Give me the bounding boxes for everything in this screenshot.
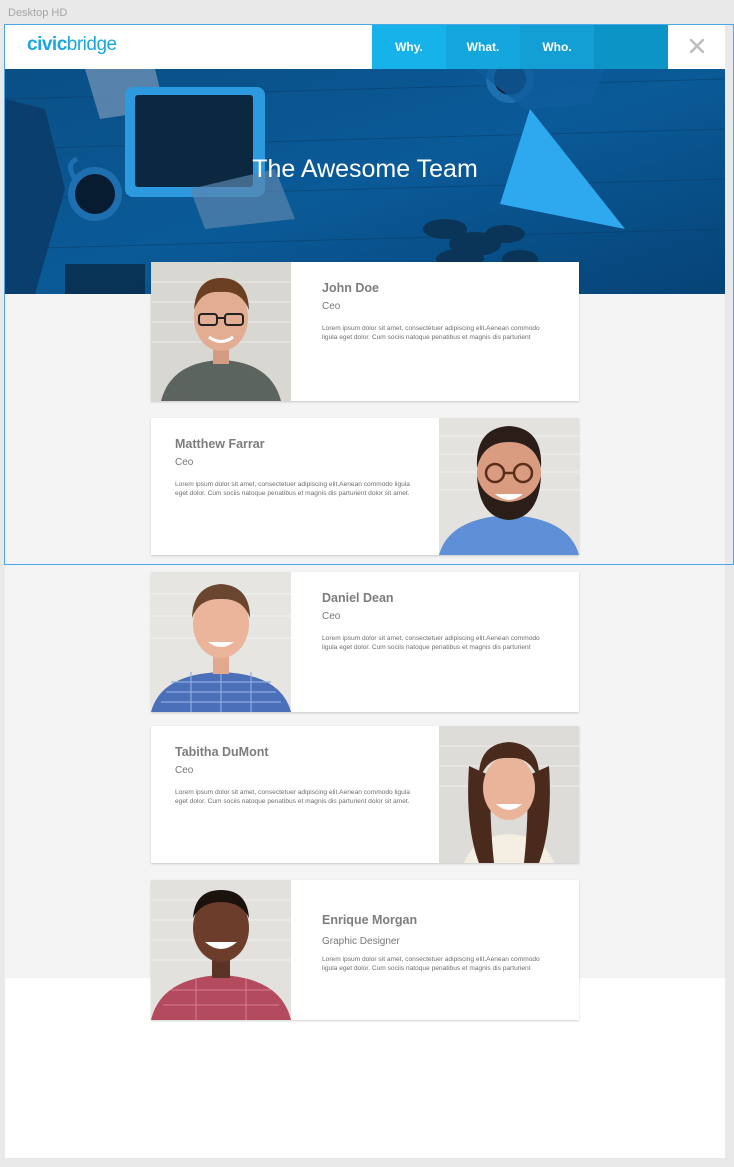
team-member-photo xyxy=(151,572,291,712)
card-text: Enrique Morgan Graphic Designer Lorem ip… xyxy=(322,880,554,973)
team-card: John Doe Ceo Lorem ipsum dolor sit amet,… xyxy=(151,262,579,401)
main-nav: Why. What. Who. xyxy=(372,25,668,69)
site-header: civicbridge Why. What. Who. xyxy=(5,25,725,69)
card-text: Tabitha DuMont Ceo Lorem ipsum dolor sit… xyxy=(175,726,415,806)
hero-title: The Awesome Team xyxy=(252,155,478,183)
member-role: Ceo xyxy=(322,301,341,312)
team-card: Daniel Dean Ceo Lorem ipsum dolor sit am… xyxy=(151,572,579,712)
member-name: Daniel Dean xyxy=(322,591,394,605)
nav-who[interactable]: Who. xyxy=(520,25,594,69)
logo-text-bridge: bridge xyxy=(66,34,117,55)
member-bio: Lorem ipsum dolor sit amet, consectetuer… xyxy=(175,789,410,805)
member-bio: Lorem ipsum dolor sit amet, consectetuer… xyxy=(322,635,540,651)
hero-banner: The Awesome Team xyxy=(5,69,725,294)
team-member-photo xyxy=(151,880,291,1020)
member-role: Graphic Designer xyxy=(322,936,400,947)
member-role: Ceo xyxy=(175,457,194,468)
artboard-label: Desktop HD xyxy=(8,7,68,19)
team-card: Tabitha DuMont Ceo Lorem ipsum dolor sit… xyxy=(151,726,579,863)
nav-why[interactable]: Why. xyxy=(372,25,446,69)
nav-extra-tab[interactable] xyxy=(594,25,668,69)
member-bio: Lorem ipsum dolor sit amet, consectetuer… xyxy=(322,325,540,341)
logo-text-civic: civic xyxy=(27,34,67,55)
card-text: Matthew Farrar Ceo Lorem ipsum dolor sit… xyxy=(175,418,415,498)
close-icon xyxy=(690,39,704,53)
member-name: Matthew Farrar xyxy=(175,437,265,451)
member-name: Tabitha DuMont xyxy=(175,745,269,759)
civicbridge-logo[interactable]: civicbridge xyxy=(27,34,117,56)
team-member-photo xyxy=(439,418,579,555)
team-card: Enrique Morgan Graphic Designer Lorem ip… xyxy=(151,880,579,1020)
card-text: Daniel Dean Ceo Lorem ipsum dolor sit am… xyxy=(322,572,554,652)
close-button[interactable] xyxy=(686,35,708,57)
member-name: John Doe xyxy=(322,281,379,295)
team-member-photo xyxy=(151,262,291,401)
member-bio: Lorem ipsum dolor sit amet, consectetuer… xyxy=(175,481,410,497)
team-card: Matthew Farrar Ceo Lorem ipsum dolor sit… xyxy=(151,418,579,555)
artboard-desktop-hd: civicbridge Why. What. Who. The Awesome … xyxy=(5,25,725,1158)
nav-what[interactable]: What. xyxy=(446,25,520,69)
member-name: Enrique Morgan xyxy=(322,913,418,927)
team-member-photo xyxy=(439,726,579,863)
member-bio: Lorem ipsum dolor sit amet, consectetuer… xyxy=(322,956,540,972)
member-role: Ceo xyxy=(322,611,341,622)
card-text: John Doe Ceo Lorem ipsum dolor sit amet,… xyxy=(322,262,554,342)
member-role: Ceo xyxy=(175,765,194,776)
